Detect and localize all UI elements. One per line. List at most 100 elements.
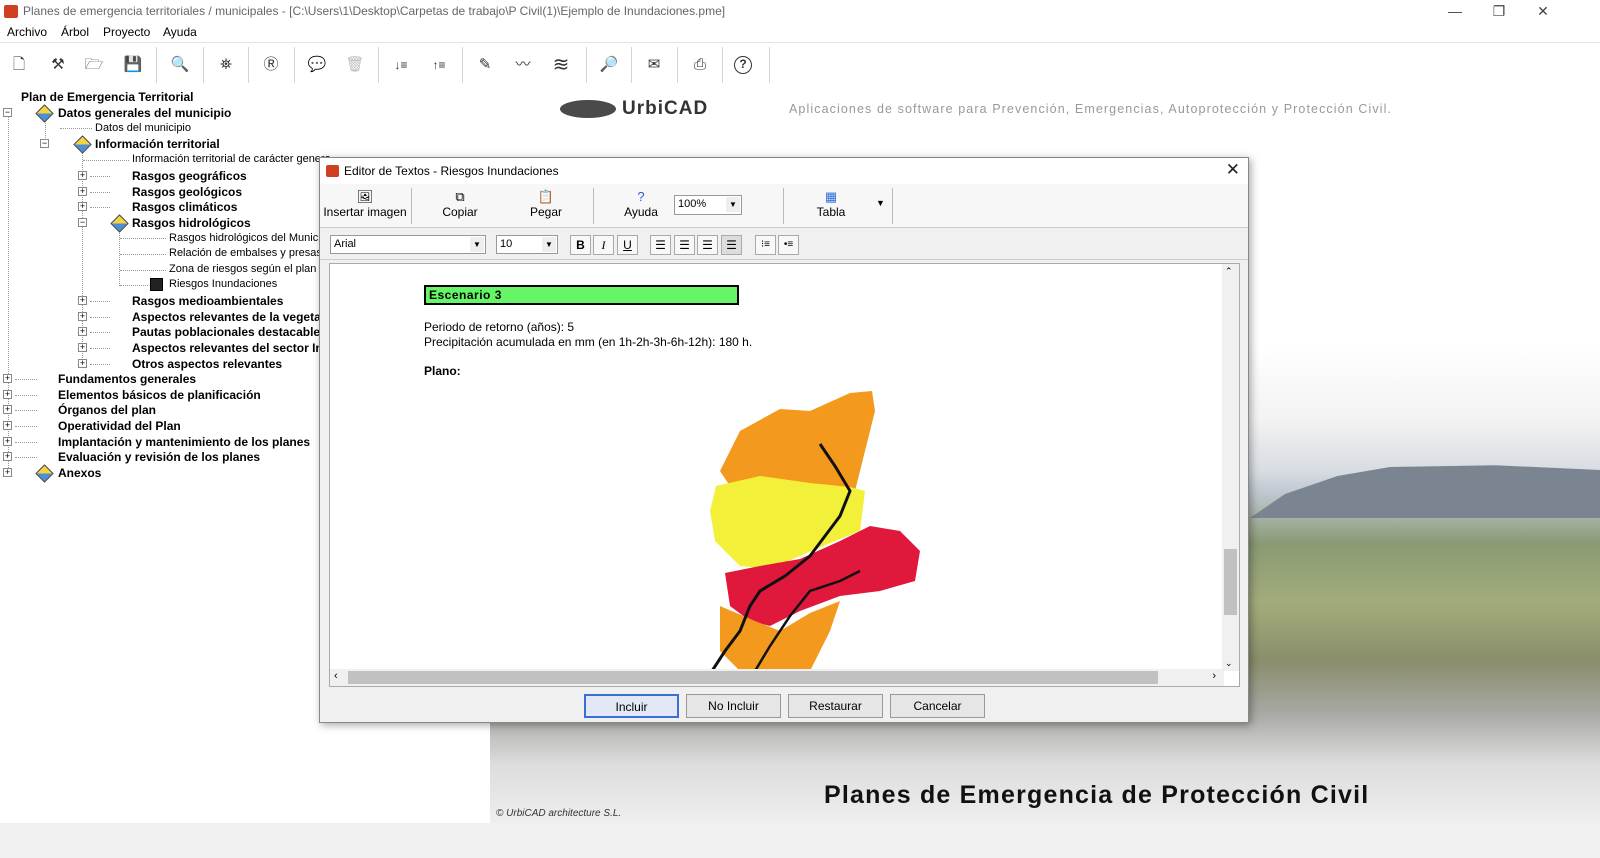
collapse-icon[interactable]: − xyxy=(3,108,12,117)
insert-image-button[interactable]: 🖼 Insertar imagen xyxy=(323,186,407,226)
tree-item[interactable]: Aspectos relevantes del sector In xyxy=(132,341,323,355)
tree-item[interactable]: Aspectos relevantes de la vegetación xyxy=(132,310,330,324)
text-editor-area[interactable]: Escenario 3 Periodo de retorno (años): 5… xyxy=(329,263,1240,687)
align-justify-icon[interactable]: ☰ xyxy=(721,235,742,255)
expand-icon[interactable]: + xyxy=(78,171,87,180)
save-icon[interactable]: 💾 xyxy=(121,53,145,77)
tree-item[interactable]: Anexos xyxy=(58,466,101,480)
tree-item[interactable]: Rasgos hidrológicos xyxy=(132,216,251,230)
expand-icon[interactable]: + xyxy=(3,374,12,383)
search-doc-icon[interactable]: 🔎 xyxy=(597,53,621,77)
expand-icon[interactable]: + xyxy=(3,468,12,477)
exclude-button[interactable]: No Incluir xyxy=(686,694,781,718)
minimize-button[interactable]: — xyxy=(1432,0,1478,24)
close-window-button[interactable]: ✕ xyxy=(1520,0,1566,24)
expand-icon[interactable]: + xyxy=(78,296,87,305)
envelope-icon[interactable]: ✉ xyxy=(642,53,666,77)
tree-item[interactable]: Operatividad del Plan xyxy=(58,419,181,433)
tree-item[interactable]: Relación de embalses y presas xyxy=(169,247,322,259)
align-center-icon[interactable]: ☰ xyxy=(697,235,718,255)
expand-icon[interactable]: + xyxy=(3,437,12,446)
table-dropdown-icon[interactable]: ▼ xyxy=(876,198,885,208)
expand-icon[interactable]: + xyxy=(78,312,87,321)
sort-down-icon[interactable]: ↓≡ xyxy=(389,53,413,77)
help-button[interactable]: ? Ayuda xyxy=(611,186,671,226)
expand-icon[interactable]: + xyxy=(3,421,12,430)
menu-ayuda[interactable]: Ayuda xyxy=(163,25,197,39)
help-icon[interactable]: ? xyxy=(734,56,752,74)
bullet-list-icon[interactable]: •≡ xyxy=(778,235,799,255)
font-select[interactable]: Arial ▼ xyxy=(330,235,486,254)
collapse-icon[interactable]: − xyxy=(40,139,49,148)
collapse-icon[interactable]: − xyxy=(78,218,87,227)
expand-icon[interactable]: + xyxy=(3,405,12,414)
tree-item[interactable]: Información territorial xyxy=(95,137,220,151)
tree-item-selected[interactable]: Riesgos Inundaciones xyxy=(169,278,277,290)
tree-item[interactable]: Fundamentos generales xyxy=(58,372,196,386)
tree-item[interactable]: Evaluación y revisión de los planes xyxy=(58,450,260,464)
menu-arbol[interactable]: Árbol xyxy=(61,25,89,39)
underline-button[interactable]: U xyxy=(617,235,638,255)
scroll-left-icon[interactable]: ‹ xyxy=(334,670,338,682)
sort-up-icon[interactable]: ↑≡ xyxy=(427,53,451,77)
preview-icon[interactable]: 🔍 xyxy=(168,53,192,77)
trash-icon[interactable]: 🗑 xyxy=(343,53,367,77)
report-icon[interactable]: Ⓡ xyxy=(259,53,283,77)
tree-item[interactable]: Pautas poblacionales destacables xyxy=(132,325,327,339)
size-select[interactable]: 10 ▼ xyxy=(496,235,558,254)
seismic-icon[interactable]: 〰 xyxy=(511,53,535,77)
italic-button[interactable]: I xyxy=(593,235,614,255)
expand-icon[interactable]: + xyxy=(78,202,87,211)
align-right-icon[interactable]: ☰ xyxy=(674,235,695,255)
align-left-icon[interactable]: ☰ xyxy=(650,235,671,255)
restore-button[interactable]: Restaurar xyxy=(788,694,883,718)
expand-icon[interactable]: + xyxy=(78,343,87,352)
expand-icon[interactable]: + xyxy=(78,327,87,336)
expand-icon[interactable]: + xyxy=(78,359,87,368)
menu-archivo[interactable]: Archivo xyxy=(7,25,47,39)
tree-item[interactable]: Elementos básicos de planificación xyxy=(58,388,261,402)
vertical-scrollbar[interactable]: ⌃ ⌄ xyxy=(1222,264,1239,671)
bold-button[interactable]: B xyxy=(570,235,591,255)
binoculars-icon[interactable]: ⛯ xyxy=(214,53,238,77)
pencil-icon[interactable]: ✎ xyxy=(473,53,497,77)
tree-item[interactable]: Otros aspectos relevantes xyxy=(132,357,282,371)
tree-item[interactable]: Datos generales del municipio xyxy=(58,106,231,120)
scroll-down-icon[interactable]: ⌄ xyxy=(1225,658,1233,669)
tree-item[interactable]: Órganos del plan xyxy=(58,403,156,417)
restore-button[interactable]: ❐ xyxy=(1476,0,1522,24)
zoom-select[interactable]: 100% ▼ xyxy=(674,195,742,215)
menu-proyecto[interactable]: Proyecto xyxy=(103,25,150,39)
wave-icon[interactable]: ≋ xyxy=(549,53,573,77)
scroll-up-icon[interactable]: ⌃ xyxy=(1225,266,1233,277)
tree-root[interactable]: Plan de Emergencia Territorial xyxy=(21,90,194,104)
scroll-right-icon[interactable]: › xyxy=(1212,670,1216,682)
tree-item[interactable]: Datos del municipio xyxy=(95,122,191,134)
expand-icon[interactable]: + xyxy=(3,390,12,399)
open-folder-icon[interactable]: 🗁 xyxy=(82,53,106,77)
table-button[interactable]: ▦ Tabla xyxy=(801,186,861,226)
tree-item[interactable]: Rasgos geológicos xyxy=(132,185,242,199)
include-button[interactable]: Incluir xyxy=(584,694,679,718)
tree-item[interactable]: Rasgos climáticos xyxy=(132,200,237,214)
tree-item[interactable]: Rasgos medioambientales xyxy=(132,294,283,308)
tree-item[interactable]: Rasgos hidrológicos del Municipio xyxy=(169,232,330,244)
new-file-icon[interactable]: 🗋 xyxy=(7,53,31,77)
cancel-button[interactable]: Cancelar xyxy=(890,694,985,718)
tree-item[interactable]: Información territorial de carácter gene… xyxy=(132,153,330,165)
tree-item[interactable]: Zona de riesgos según el plan de xyxy=(169,263,330,275)
expand-icon[interactable]: + xyxy=(3,452,12,461)
paste-button[interactable]: 📋 Pegar xyxy=(516,186,576,226)
expand-icon[interactable]: + xyxy=(78,187,87,196)
wand-icon[interactable]: ⚒ xyxy=(46,53,70,77)
numbered-list-icon[interactable]: ⁝≡ xyxy=(755,235,776,255)
tree-item[interactable]: Rasgos geográficos xyxy=(132,169,247,183)
dialog-close-button[interactable]: ✕ xyxy=(1226,161,1240,179)
scrollbar-thumb[interactable] xyxy=(1224,549,1237,615)
tree-item[interactable]: Implantación y mantenimiento de los plan… xyxy=(58,435,310,449)
copy-button[interactable]: ⧉ Copiar xyxy=(430,186,490,226)
horizontal-scrollbar[interactable]: ‹ › xyxy=(330,669,1224,686)
scrollbar-thumb[interactable] xyxy=(348,671,1158,684)
pdf-icon[interactable]: ⎙ xyxy=(688,53,712,77)
comment-icon[interactable]: 💬 xyxy=(305,53,329,77)
